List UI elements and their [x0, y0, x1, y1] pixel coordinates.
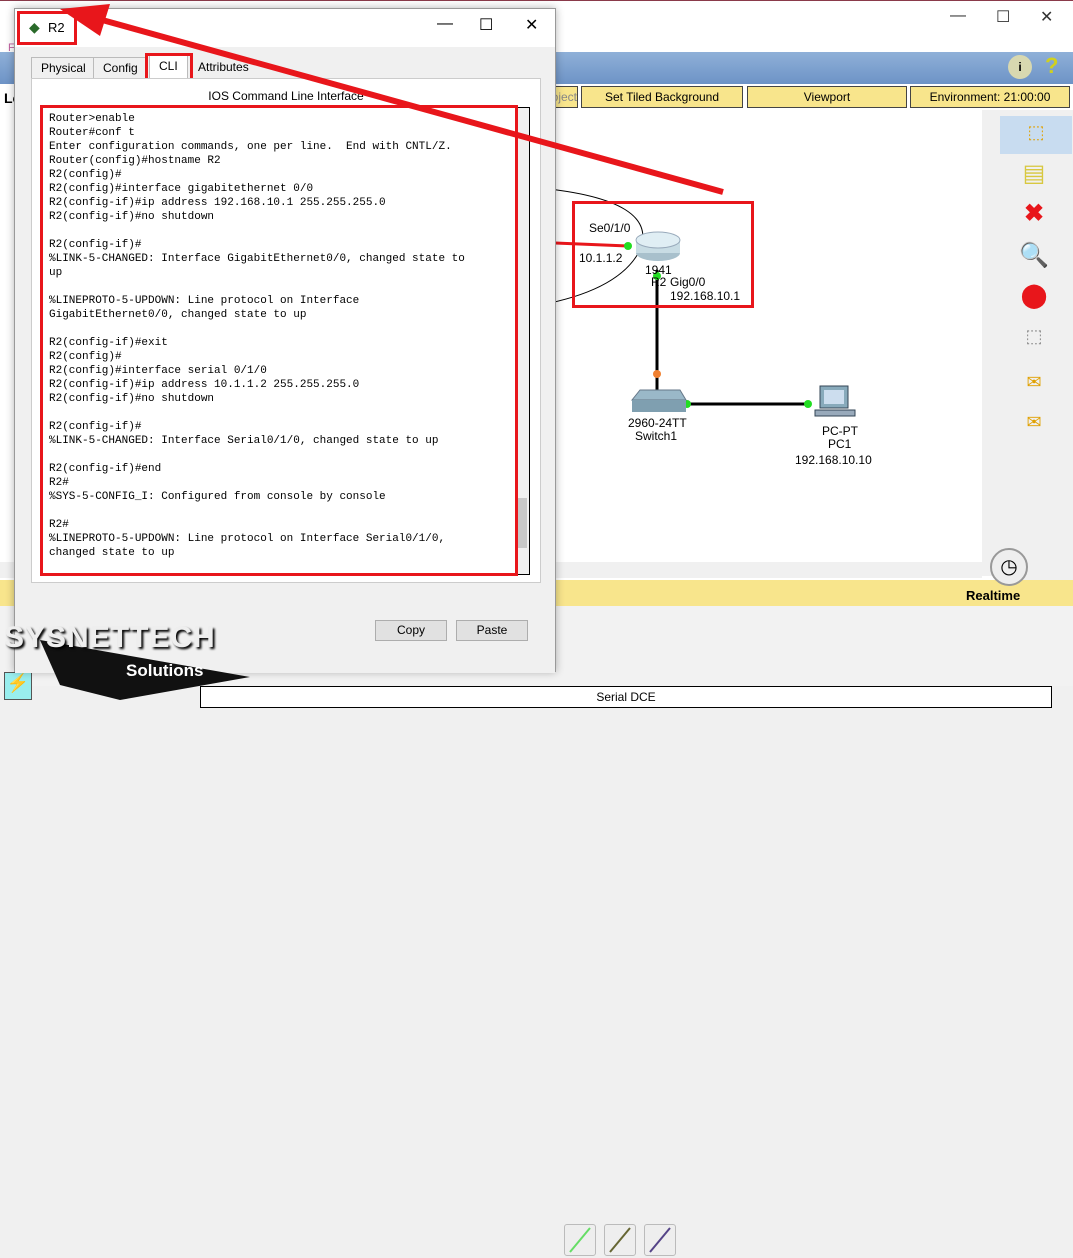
phone-cable-icon[interactable]	[644, 1224, 676, 1256]
sysnettech-watermark: SYSNETTECH Solutions	[0, 615, 310, 700]
annotation-arrow	[60, 4, 724, 195]
fiber-cable-icon[interactable]	[604, 1224, 636, 1256]
copper-crossover-cable-icon[interactable]	[564, 1224, 596, 1256]
